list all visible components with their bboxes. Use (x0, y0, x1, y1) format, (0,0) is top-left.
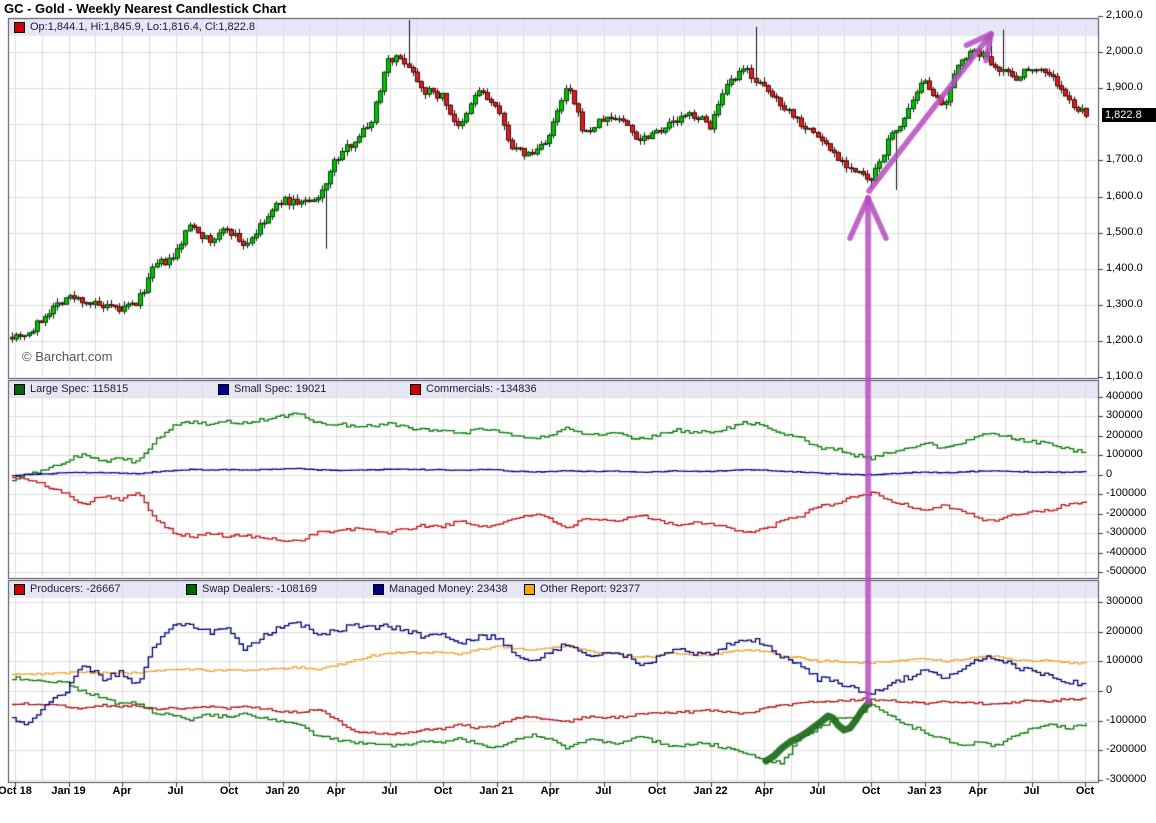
y-axis-label: 2,000.0 (1106, 45, 1143, 57)
legend-label: Large Spec: 115815 (30, 383, 128, 395)
y-axis-label: 100000 (1106, 448, 1143, 460)
y-axis-label: 1,300.0 (1106, 298, 1143, 310)
legend-swatch-icon (14, 584, 25, 595)
x-axis-label: Apr (113, 785, 132, 797)
y-axis-label: 1,500.0 (1106, 226, 1143, 238)
legend-item-small-spec: Small Spec: 19021 (218, 383, 326, 395)
legend-item-other-report: Other Report: 92377 (524, 583, 640, 595)
y-axis-label: -100000 (1106, 714, 1146, 726)
x-axis-label: Oct (862, 785, 880, 797)
x-axis-label: Jul (1024, 785, 1040, 797)
y-axis-label: -500000 (1106, 565, 1146, 577)
y-axis-label: -300000 (1106, 526, 1146, 538)
y-axis-label: -200000 (1106, 743, 1146, 755)
y-axis-label: 1,200.0 (1106, 334, 1143, 346)
x-axis-label: Jan 19 (51, 785, 85, 797)
legend-label: Commercials: -134836 (426, 383, 537, 395)
y-axis-label: 200000 (1106, 625, 1143, 637)
y-axis-label: 2,100.0 (1106, 9, 1143, 21)
legend-swatch-icon (373, 584, 384, 595)
x-axis-label: Jul (168, 785, 184, 797)
x-axis-label: Oct (648, 785, 666, 797)
y-axis-label: 1,900.0 (1106, 81, 1143, 93)
y-axis-label: 300000 (1106, 595, 1143, 607)
legend-item-commercials: Commercials: -134836 (410, 383, 537, 395)
x-axis-label: Jan 20 (265, 785, 299, 797)
last-price-badge: 1,822.8 (1102, 108, 1156, 122)
x-axis-label: Oct 18 (0, 785, 32, 797)
legend-label: Op:1,844.1, Hi:1,845.9, Lo:1,816.4, Cl:1… (30, 21, 255, 33)
y-axis-label: 0 (1106, 468, 1112, 480)
y-axis-label: 300000 (1106, 409, 1143, 421)
x-axis-label: Jan 21 (479, 785, 513, 797)
x-axis-label: Apr (755, 785, 774, 797)
legend-swatch-icon (218, 384, 229, 395)
y-axis-label: 0 (1106, 684, 1112, 696)
legend-item-managed-money: Managed Money: 23438 (373, 583, 508, 595)
y-axis-label: -200000 (1106, 507, 1146, 519)
x-axis-label: Jan 23 (907, 785, 941, 797)
legend-swatch-icon (14, 384, 25, 395)
y-axis-label: 100000 (1106, 654, 1143, 666)
y-axis-label: 1,400.0 (1106, 262, 1143, 274)
legend-label: Other Report: 92377 (540, 583, 640, 595)
cot-disaggregated-panel-legend: Producers: -26667 Swap Dealers: -108169 Ma… (8, 581, 1098, 598)
y-axis-label: -300000 (1106, 773, 1146, 785)
legend-item-large-spec: Large Spec: 115815 (14, 383, 128, 395)
x-axis-label: Jul (810, 785, 826, 797)
x-axis-label: Apr (327, 785, 346, 797)
y-axis-label: 1,600.0 (1106, 190, 1143, 202)
x-axis-label: Oct (1076, 785, 1094, 797)
page-title: GC - Gold - Weekly Nearest Candlestick C… (4, 1, 286, 16)
legend-item-op: Op:1,844.1, Hi:1,845.9, Lo:1,816.4, Cl:1… (14, 21, 255, 33)
legend-label: Producers: -26667 (30, 583, 121, 595)
y-axis-label: 200000 (1106, 429, 1143, 441)
y-axis-label: -400000 (1106, 546, 1146, 558)
x-axis-label: Oct (434, 785, 452, 797)
x-axis-label: Apr (541, 785, 560, 797)
y-axis-label: 1,700.0 (1106, 153, 1143, 165)
barchart-watermark: © Barchart.com (22, 349, 113, 364)
legend-item-producers: Producers: -26667 (14, 583, 121, 595)
x-axis-label: Jul (382, 785, 398, 797)
x-axis-label: Oct (220, 785, 238, 797)
chart-canvas[interactable] (0, 0, 1156, 823)
price-panel-legend: Op:1,844.1, Hi:1,845.9, Lo:1,816.4, Cl:1… (8, 19, 1098, 36)
legend-item-swap-dealers: Swap Dealers: -108169 (186, 583, 317, 595)
legend-label: Managed Money: 23438 (389, 583, 508, 595)
y-axis-label: 400000 (1106, 390, 1143, 402)
legend-label: Small Spec: 19021 (234, 383, 326, 395)
x-axis-label: Jul (596, 785, 612, 797)
legend-swatch-icon (524, 584, 535, 595)
legend-swatch-icon (14, 22, 25, 33)
cot-legacy-panel-legend: Large Spec: 115815 Small Spec: 19021 Comme… (8, 381, 1098, 398)
y-axis-label: -100000 (1106, 487, 1146, 499)
legend-label: Swap Dealers: -108169 (202, 583, 317, 595)
y-axis-label: 1,100.0 (1106, 370, 1143, 382)
legend-swatch-icon (410, 384, 421, 395)
legend-swatch-icon (186, 584, 197, 595)
x-axis-label: Apr (969, 785, 988, 797)
x-axis-label: Jan 22 (693, 785, 727, 797)
